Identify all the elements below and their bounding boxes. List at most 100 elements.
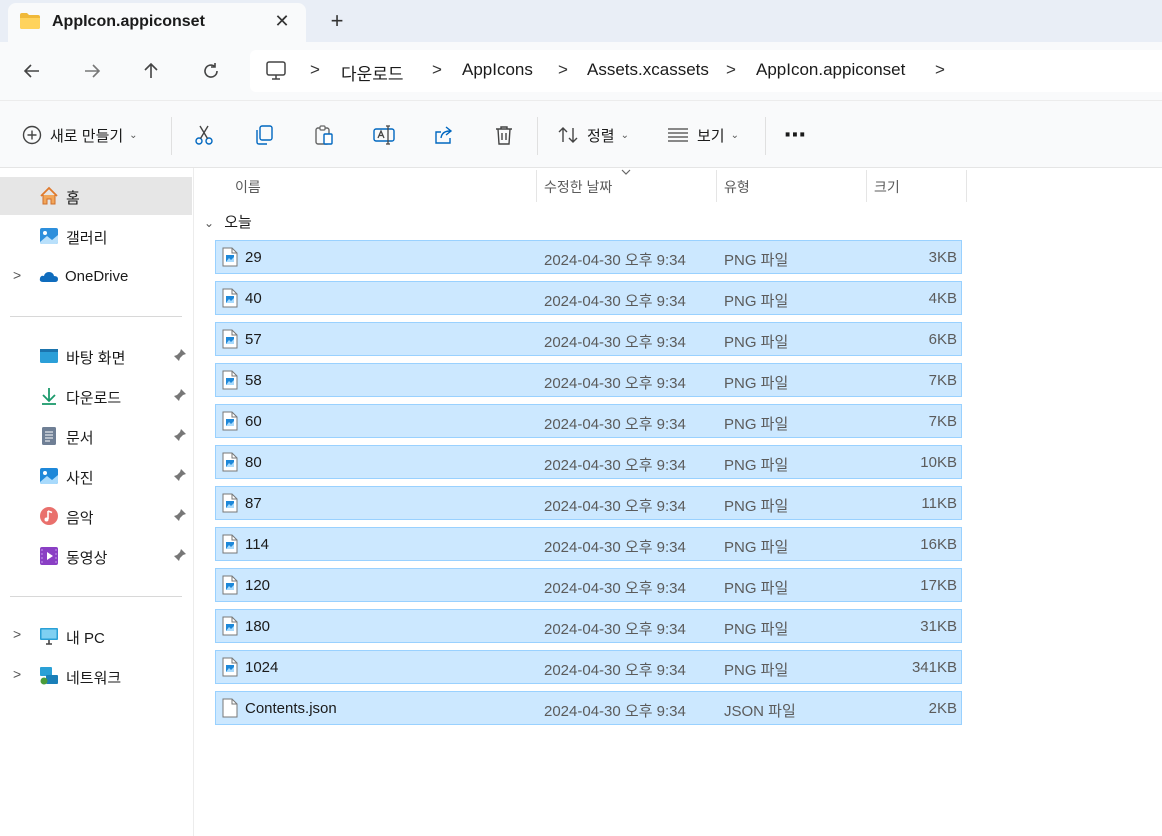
column-header-label: 수정한 날짜	[544, 179, 613, 195]
sidebar-item-music[interactable]: 음악	[0, 497, 192, 535]
file-type: PNG 파일	[724, 457, 789, 474]
file-name: 57	[245, 331, 262, 348]
breadcrumb-separator[interactable]: >	[726, 60, 736, 80]
file-row[interactable]: 114 2024-04-30 오후 9:34 PNG 파일 16KB	[215, 527, 962, 561]
sidebar-item-onedrive[interactable]: > OneDrive	[0, 258, 192, 296]
pin-icon[interactable]	[173, 468, 187, 482]
chevron-down-icon: ⌄	[129, 129, 138, 141]
file-name: 114	[245, 536, 269, 553]
tab-appiconset[interactable]: AppIcon.appiconset ✕	[8, 3, 306, 42]
arrow-up-icon	[144, 62, 158, 78]
pin-icon[interactable]	[173, 548, 187, 562]
view-button[interactable]: 보기 ⌄	[667, 101, 739, 169]
column-header-name[interactable]: 이름	[235, 170, 535, 202]
tab-strip: AppIcon.appiconset ✕ +	[0, 0, 1162, 42]
sidebar-item-pictures[interactable]: 사진	[0, 457, 192, 495]
file-row[interactable]: 180 2024-04-30 오후 9:34 PNG 파일 31KB	[215, 609, 962, 643]
column-divider[interactable]	[966, 170, 967, 202]
delete-button[interactable]	[493, 101, 515, 169]
pictures-icon	[40, 468, 58, 484]
breadcrumb-separator[interactable]: >	[310, 60, 320, 80]
file-row[interactable]: 40 2024-04-30 오후 9:34 PNG 파일 4KB	[215, 281, 962, 315]
file-size: 7KB	[928, 372, 957, 389]
file-name: 58	[245, 372, 262, 389]
file-date: 2024-04-30 오후 9:34	[544, 375, 686, 392]
chevron-right-icon[interactable]: >	[13, 267, 21, 283]
file-name: 80	[245, 454, 262, 471]
address-bar[interactable]: > 다운로드 > AppIcons > Assets.xcassets > Ap…	[250, 50, 1162, 92]
copy-icon	[256, 125, 273, 145]
sidebar-item-videos[interactable]: 동영상	[0, 537, 192, 575]
file-date: 2024-04-30 오후 9:34	[544, 334, 686, 351]
up-button[interactable]	[136, 56, 166, 86]
breadcrumb-appiconset[interactable]: AppIcon.appiconset	[756, 60, 905, 80]
share-button[interactable]	[433, 101, 455, 169]
file-date: 2024-04-30 오후 9:34	[544, 457, 686, 474]
breadcrumb-separator[interactable]: >	[935, 60, 945, 80]
breadcrumb-separator[interactable]: >	[432, 60, 442, 80]
column-header-type[interactable]: 유형	[724, 170, 864, 202]
file-row[interactable]: 58 2024-04-30 오후 9:34 PNG 파일 7KB	[215, 363, 962, 397]
new-button-label: 새로 만들기	[50, 127, 124, 145]
breadcrumb-downloads[interactable]: 다운로드	[341, 60, 404, 85]
breadcrumb-appicons[interactable]: AppIcons	[462, 60, 533, 80]
column-divider[interactable]	[716, 170, 717, 202]
forward-button[interactable]	[77, 56, 107, 86]
new-button[interactable]: 새로 만들기 ⌄	[22, 101, 138, 169]
column-header-size[interactable]: 크기	[874, 170, 964, 202]
more-options-button[interactable]: ⋯	[784, 101, 806, 169]
new-tab-button[interactable]: +	[326, 10, 348, 32]
sidebar-item-label: 사진	[66, 470, 94, 487]
chevron-right-icon[interactable]: >	[13, 666, 21, 682]
cut-button[interactable]	[193, 101, 215, 169]
group-header-today[interactable]: ⌄ 오늘	[204, 211, 252, 232]
breadcrumb-assets[interactable]: Assets.xcassets	[587, 60, 709, 80]
close-tab-icon[interactable]: ✕	[272, 11, 292, 31]
file-row[interactable]: 120 2024-04-30 오후 9:34 PNG 파일 17KB	[215, 568, 962, 602]
column-divider[interactable]	[866, 170, 867, 202]
trash-icon	[496, 126, 512, 145]
sort-button[interactable]: 정렬 ⌄	[557, 101, 629, 169]
sidebar-item-network[interactable]: > 네트워크	[0, 657, 192, 695]
file-type: PNG 파일	[724, 416, 789, 433]
sidebar-item-label: 동영상	[66, 550, 108, 567]
navigation-pane: 홈 갤러리 > OneDrive 바탕 화면 다운로드 문서 사진 음악 동영상	[0, 168, 194, 836]
divider	[10, 316, 182, 317]
file-row[interactable]: 29 2024-04-30 오후 9:34 PNG 파일 3KB	[215, 240, 962, 274]
file-row[interactable]: 87 2024-04-30 오후 9:34 PNG 파일 11KB	[215, 486, 962, 520]
copy-button[interactable]	[253, 101, 275, 169]
refresh-icon	[204, 63, 218, 78]
file-size: 4KB	[928, 290, 957, 307]
sidebar-item-desktop[interactable]: 바탕 화면	[0, 337, 192, 375]
sidebar-item-gallery[interactable]: 갤러리	[0, 217, 192, 255]
image-file-icon	[222, 370, 238, 390]
column-header-label: 크기	[874, 179, 900, 195]
sidebar-item-documents[interactable]: 문서	[0, 417, 192, 455]
file-row[interactable]: 80 2024-04-30 오후 9:34 PNG 파일 10KB	[215, 445, 962, 479]
rename-button[interactable]	[373, 101, 395, 169]
sidebar-item-this-pc[interactable]: > 내 PC	[0, 617, 192, 655]
file-row[interactable]: 60 2024-04-30 오후 9:34 PNG 파일 7KB	[215, 404, 962, 438]
folder-icon	[20, 13, 40, 29]
chevron-right-icon[interactable]: >	[13, 626, 21, 642]
breadcrumb-separator[interactable]: >	[558, 60, 568, 80]
paste-button[interactable]	[313, 101, 335, 169]
back-button[interactable]	[17, 56, 47, 86]
pin-icon[interactable]	[173, 428, 187, 442]
column-divider[interactable]	[536, 170, 537, 202]
network-icon	[40, 667, 58, 685]
sidebar-item-downloads[interactable]: 다운로드	[0, 377, 192, 415]
refresh-button[interactable]	[196, 56, 226, 86]
pin-icon[interactable]	[173, 388, 187, 402]
pin-icon[interactable]	[173, 348, 187, 362]
column-header-modified[interactable]: 수정한 날짜	[544, 169, 716, 202]
pin-icon[interactable]	[173, 508, 187, 522]
onedrive-icon	[39, 272, 58, 282]
command-bar: 새로 만들기 ⌄ 정렬 ⌄ 보기 ⌄ ⋯	[0, 100, 1162, 168]
file-row[interactable]: 1024 2024-04-30 오후 9:34 PNG 파일 341KB	[215, 650, 962, 684]
file-row[interactable]: 57 2024-04-30 오후 9:34 PNG 파일 6KB	[215, 322, 962, 356]
sidebar-item-home[interactable]: 홈	[0, 177, 192, 215]
tab-title: AppIcon.appiconset	[52, 13, 205, 30]
file-type: JSON 파일	[724, 703, 796, 720]
file-row[interactable]: Contents.json 2024-04-30 오후 9:34 JSON 파일 2K…	[215, 691, 962, 725]
